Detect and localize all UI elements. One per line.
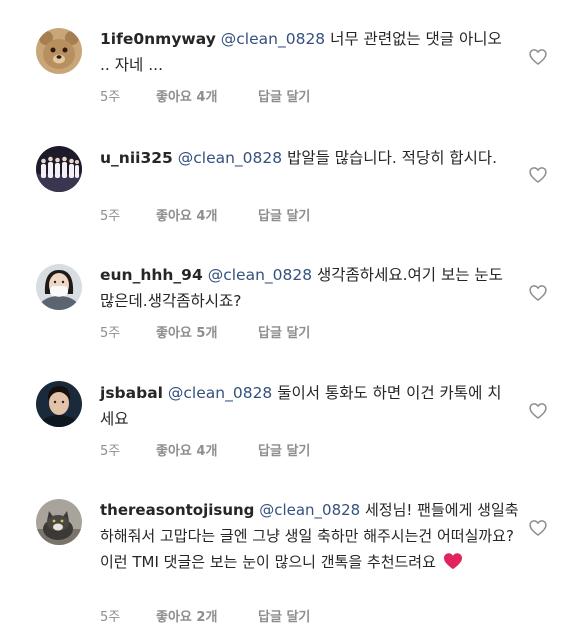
comment-mention[interactable]: @clean_0828 — [168, 384, 272, 402]
heart-outline-icon[interactable] — [528, 518, 548, 538]
comment-body: 1ife0nmyway @clean_0828 너무 관련없는 댓글 아니오 .… — [100, 26, 510, 78]
comment-time[interactable]: 5주 — [100, 205, 120, 224]
comment-username[interactable]: eun_hhh_94 — [100, 266, 203, 284]
comment-text: 밥알들 많습니다. 적당히 합시다. — [287, 149, 498, 167]
comment-mention[interactable]: @clean_0828 — [208, 266, 312, 284]
reply-button[interactable]: 답글 달기 — [258, 86, 310, 105]
heart-outline-icon[interactable] — [528, 283, 548, 303]
person-portrait-avatar[interactable] — [36, 381, 82, 427]
comment-likes[interactable]: 좋아요 4개 — [156, 86, 217, 105]
comment-likes[interactable]: 좋아요 5개 — [156, 322, 217, 341]
reply-button[interactable]: 답글 달기 — [258, 606, 310, 625]
comment-likes[interactable]: 좋아요 2개 — [156, 606, 217, 625]
comment-likes[interactable]: 좋아요 4개 — [156, 440, 217, 459]
heart-outline-icon[interactable] — [528, 401, 548, 421]
red-heart-emoji — [443, 553, 462, 570]
heart-outline-icon[interactable] — [528, 165, 548, 185]
heart-outline-icon[interactable] — [528, 47, 548, 67]
group-photo-avatar[interactable] — [36, 146, 82, 192]
comment-username[interactable]: jsbabal — [100, 384, 163, 402]
comment-time[interactable]: 5주 — [100, 606, 120, 625]
comment-username[interactable]: 1ife0nmyway — [100, 30, 216, 48]
comment-body: jsbabal @clean_0828 둘이서 통화도 하면 이건 카톡에 치세… — [100, 380, 510, 432]
comment-body: thereasontojisung @clean_0828 세정님! 팬들에게 … — [100, 497, 525, 575]
comment-username[interactable]: u_nii325 — [100, 149, 173, 167]
comment-mention[interactable]: @clean_0828 — [259, 501, 360, 519]
comment-time[interactable]: 5주 — [100, 86, 120, 105]
teddy-bear-avatar[interactable] — [36, 28, 82, 74]
reply-button[interactable]: 답글 달기 — [258, 440, 310, 459]
comment-body: eun_hhh_94 @clean_0828 생각좀하세요.여기 보는 눈도 많… — [100, 262, 510, 314]
reply-button[interactable]: 답글 달기 — [258, 205, 310, 224]
comment-likes[interactable]: 좋아요 4개 — [156, 205, 217, 224]
person-mask-avatar[interactable] — [36, 264, 82, 310]
comment-time[interactable]: 5주 — [100, 322, 120, 341]
comment-body: u_nii325 @clean_0828 밥알들 많습니다. 적당히 합시다. — [100, 145, 510, 171]
comment-time[interactable]: 5주 — [100, 440, 120, 459]
comment-mention[interactable]: @clean_0828 — [178, 149, 282, 167]
reply-button[interactable]: 답글 달기 — [258, 322, 310, 341]
comment-username[interactable]: thereasontojisung — [100, 501, 254, 519]
comment-mention[interactable]: @clean_0828 — [221, 30, 325, 48]
cat-avatar[interactable] — [36, 499, 82, 545]
